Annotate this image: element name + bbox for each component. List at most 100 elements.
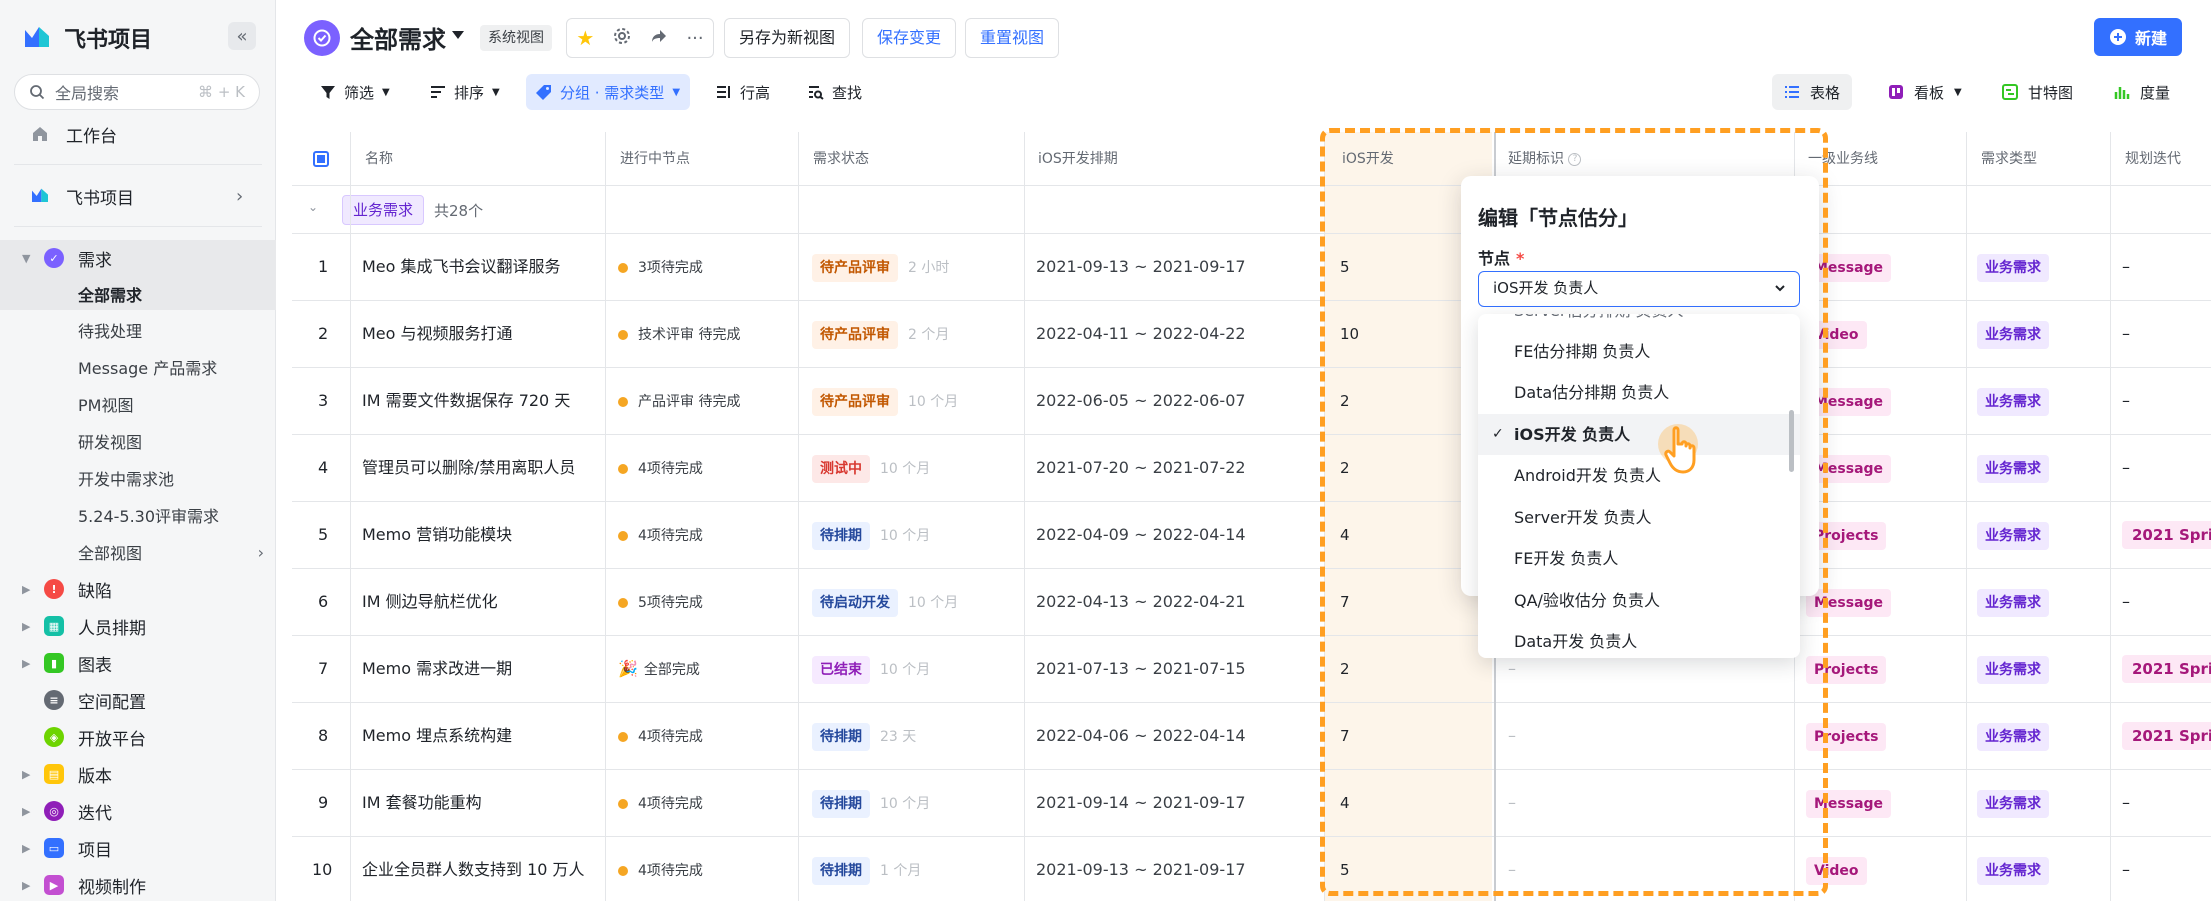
sidebar-item-project-space[interactable]: 飞书项目 › [0,178,276,214]
ios-schedule-cell[interactable]: 2022-04-06 ~ 2022-04-14 [1036,722,1246,750]
filter-button[interactable]: 筛选 ▼ [310,74,400,110]
table-row[interactable] [292,301,2211,368]
name-cell[interactable]: 管理员可以删除/禁用离职人员 [362,454,575,482]
star-icon[interactable]: ★ [576,26,594,50]
name-cell[interactable]: Memo 埋点系统构建 [362,722,512,750]
view-tab-metrics[interactable]: 度量 [2102,74,2182,110]
table-row[interactable] [292,703,2211,770]
view-item-my-tasks[interactable]: 待我处理 [78,312,142,348]
node-cell[interactable]: 产品评审 待完成 [618,387,740,415]
more-icon[interactable]: ··· [686,28,703,49]
node-cell[interactable]: 5项待完成 [618,588,703,616]
view-item-all-views[interactable]: 全部视图 › [78,534,264,570]
status-cell[interactable]: 待排期 10 个月 [812,521,930,550]
node-cell[interactable]: 4项待完成 [618,722,703,750]
status-cell[interactable]: 待排期 1 个月 [812,856,921,885]
column-header-node[interactable]: 进行中节点 [620,132,690,186]
ios-schedule-cell[interactable]: 2021-09-13 ~ 2021-09-17 [1036,856,1246,884]
iteration-cell[interactable]: – [2122,387,2130,415]
group-label-badge[interactable]: 业务需求 [342,195,425,225]
save-as-new-view-button[interactable]: 另存为新视图 [724,18,851,58]
ios-schedule-cell[interactable]: 2022-04-09 ~ 2022-04-14 [1036,521,1246,549]
ios-schedule-cell[interactable]: 2022-06-05 ~ 2022-06-07 [1036,387,1246,415]
sidebar-item-versions[interactable]: ▶ ▤ 版本 [0,756,276,792]
name-cell[interactable]: Meo 集成飞书会议翻译服务 [362,253,561,281]
select-all-checkbox[interactable] [313,151,329,167]
status-cell[interactable]: 测试中 10 个月 [812,454,930,483]
sidebar-item-open-platform[interactable]: ◈ 开放平台 [0,719,276,755]
table-row[interactable] [292,435,2211,502]
node-cell[interactable]: 3项待完成 [618,253,703,281]
view-tab-gantt[interactable]: 甘特图 [1990,74,2085,110]
row-height-button[interactable]: 行高 [706,74,780,110]
type-cell[interactable]: 业务需求 [1977,789,2049,818]
new-button[interactable]: 新建 [2094,18,2182,56]
ios-schedule-cell[interactable]: 2021-09-14 ~ 2021-09-17 [1036,789,1246,817]
table-row[interactable] [292,368,2211,435]
status-cell[interactable]: 已结束 10 个月 [812,655,930,684]
sidebar-item-workbench[interactable]: 工作台 [0,116,276,152]
collapse-sidebar-button[interactable]: « [228,22,256,50]
gear-icon[interactable] [613,27,631,49]
view-item-dev-pool[interactable]: 开发中需求池 [78,460,174,496]
sidebar-item-staffing[interactable]: ▶ ▦ 人员排期 [0,608,276,644]
node-cell[interactable]: 技术评审 待完成 [618,320,740,348]
name-cell[interactable]: Meo 与视频服务打通 [362,320,513,348]
table-row[interactable] [292,636,2211,703]
find-button[interactable]: 查找 [798,74,872,110]
type-cell[interactable]: 业务需求 [1977,521,2049,550]
view-item-dev[interactable]: 研发视图 [78,423,142,459]
table-row[interactable] [292,770,2211,837]
iteration-cell[interactable]: – [2122,789,2130,817]
name-cell[interactable]: Memo 需求改进一期 [362,655,512,683]
iteration-cell[interactable]: – [2122,320,2130,348]
type-cell[interactable]: 业务需求 [1977,655,2049,684]
status-cell[interactable]: 待产品评审 2 小时 [812,253,949,282]
sidebar-item-video-production[interactable]: ▶ ▶ 视频制作 [0,867,276,901]
status-cell[interactable]: 待排期 10 个月 [812,789,930,818]
name-cell[interactable]: IM 侧边导航栏优化 [362,588,498,616]
iteration-cell[interactable]: 2021 Sprin [2122,521,2211,549]
column-header-name[interactable]: 名称 [365,132,393,186]
column-header-status[interactable]: 需求状态 [813,132,869,186]
node-cell[interactable]: 4项待完成 [618,454,703,482]
status-cell[interactable]: 待产品评审 2 个月 [812,320,949,349]
ios-schedule-cell[interactable]: 2022-04-11 ~ 2022-04-22 [1036,320,1246,348]
page-title[interactable]: 全部需求 [350,20,446,55]
chevron-down-icon[interactable]: ⌄ [308,200,318,214]
sidebar-item-requirements[interactable]: ▼ ✓ 需求 [0,240,276,276]
iteration-cell[interactable]: – [2122,253,2130,281]
name-cell[interactable]: Memo 营销功能模块 [362,521,512,549]
save-changes-button[interactable]: 保存变更 [862,18,957,58]
iteration-cell[interactable]: – [2122,588,2130,616]
status-cell[interactable]: 待排期 23 天 [812,722,916,751]
sidebar-item-iterations[interactable]: ▶ ◎ 迭代 [0,793,276,829]
node-cell[interactable]: 4项待完成 [618,856,703,884]
type-cell[interactable]: 业务需求 [1977,387,2049,416]
view-item-message-requirements[interactable]: Message 产品需求 [78,349,217,385]
node-cell[interactable]: 4项待完成 [618,789,703,817]
reset-view-button[interactable]: 重置视图 [965,18,1060,58]
iteration-cell[interactable]: – [2122,856,2130,884]
ios-schedule-cell[interactable]: 2021-09-13 ~ 2021-09-17 [1036,253,1246,281]
type-cell[interactable]: 业务需求 [1977,320,2049,349]
ios-schedule-cell[interactable]: 2021-07-20 ~ 2021-07-22 [1036,454,1246,482]
node-cell[interactable]: 4项待完成 [618,521,703,549]
view-item-pm[interactable]: PM视图 [78,386,133,422]
column-header-iteration[interactable]: 规划迭代 [2125,132,2181,186]
type-cell[interactable]: 业务需求 [1977,856,2049,885]
status-cell[interactable]: 待启动开发 10 个月 [812,588,958,617]
view-item-review[interactable]: 5.24-5.30评审需求 [78,497,219,533]
type-cell[interactable]: 业务需求 [1977,253,2049,282]
type-cell[interactable]: 业务需求 [1977,722,2049,751]
node-cell[interactable]: 🎉 全部完成 [618,655,700,683]
global-search-input[interactable]: 全局搜索 ⌘ + K [14,74,260,110]
iteration-cell[interactable]: 2021 Sprin [2122,722,2211,750]
ios-schedule-cell[interactable]: 2022-04-13 ~ 2022-04-21 [1036,588,1246,616]
sidebar-item-bugs[interactable]: ▶ ! 缺陷 [0,571,276,607]
share-icon[interactable] [650,27,668,49]
caret-down-icon[interactable] [452,31,464,39]
view-item-all-requirements[interactable]: 全部需求 [78,276,142,312]
table-row[interactable] [292,502,2211,569]
name-cell[interactable]: IM 需要文件数据保存 720 天 [362,387,570,415]
